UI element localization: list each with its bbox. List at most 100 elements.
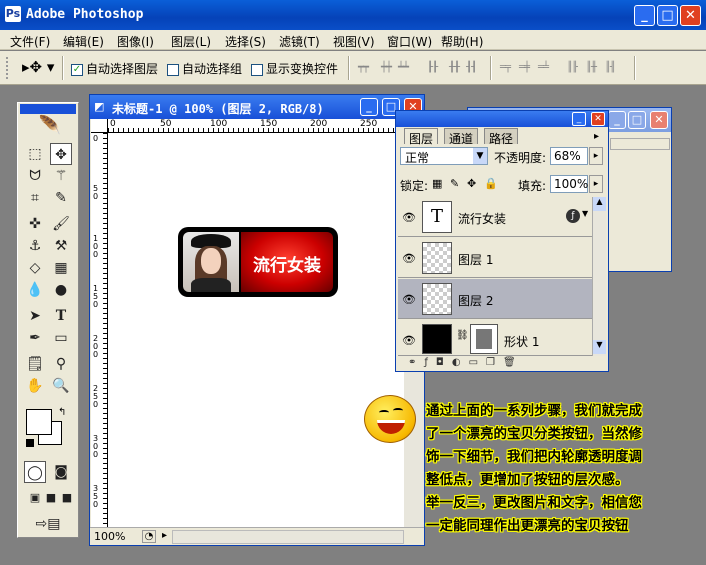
magic-wand-tool-icon[interactable]: ⚚ bbox=[50, 165, 72, 187]
panel-close-button[interactable]: ✕ bbox=[591, 112, 605, 126]
clone-stamp-tool-icon[interactable]: ⚓ bbox=[24, 235, 46, 257]
feather-logo-icon[interactable]: 🪶 bbox=[28, 115, 72, 137]
layer-row-text[interactable]: 👁 T 流行女装 ƒ ▼ bbox=[398, 197, 592, 237]
shape-tool-icon[interactable]: ▭ bbox=[50, 327, 72, 349]
slice-tool-icon[interactable]: ✎ bbox=[50, 187, 72, 209]
brush-tool-icon[interactable]: 🖌 bbox=[50, 213, 72, 235]
align-right-icon[interactable]: ┨┨ bbox=[466, 62, 488, 74]
default-colors-icon[interactable] bbox=[26, 439, 34, 447]
status-menu-icon[interactable]: ▸ bbox=[162, 530, 167, 541]
menu-image[interactable]: 图像(I) bbox=[117, 33, 154, 50]
auto-select-group-option[interactable]: 自动选择组 bbox=[167, 60, 242, 77]
pen-tool-icon[interactable]: ✒ bbox=[24, 327, 46, 349]
screen-mode-full-icon[interactable]: ■ bbox=[56, 487, 78, 509]
checkbox-checked-icon[interactable]: ✓ bbox=[71, 63, 83, 76]
bg-minimize-button[interactable]: _ bbox=[608, 111, 626, 129]
move-tool-icon[interactable]: ▸✥ ▾ bbox=[22, 58, 54, 76]
lock-transparent-icon[interactable]: ▦ bbox=[432, 177, 442, 190]
tab-layers[interactable]: 图层 bbox=[404, 128, 439, 146]
menu-select[interactable]: 选择(S) bbox=[225, 33, 266, 50]
layer-row-layer1[interactable]: 👁 图层 1 bbox=[398, 238, 592, 278]
eraser-tool-icon[interactable]: ◇ bbox=[24, 257, 46, 279]
foreground-color-swatch[interactable] bbox=[26, 409, 52, 435]
canvas[interactable]: 流行女装 bbox=[108, 133, 404, 527]
panel-menu-icon[interactable]: ▸ bbox=[594, 131, 599, 142]
eyedropper-tool-icon[interactable]: ⚲ bbox=[50, 353, 72, 375]
link-layers-icon[interactable]: ⚭ bbox=[408, 357, 424, 368]
quick-mask-mode-icon[interactable]: ◙ bbox=[50, 461, 72, 483]
history-brush-tool-icon[interactable]: ⚒ bbox=[50, 235, 72, 257]
scroll-up-icon[interactable]: ▲ bbox=[593, 197, 606, 211]
eye-icon[interactable]: 👁 bbox=[402, 293, 416, 306]
menu-filter[interactable]: 滤镜(T) bbox=[279, 33, 320, 50]
align-top-icon[interactable]: ┯┯ bbox=[358, 62, 380, 74]
horizontal-scrollbar[interactable] bbox=[172, 530, 404, 544]
opacity-arrow-icon[interactable]: ▸ bbox=[589, 147, 603, 165]
new-group-icon[interactable]: ▭ bbox=[469, 357, 486, 368]
delete-layer-icon[interactable]: 🗑 bbox=[503, 357, 524, 368]
crop-tool-icon[interactable]: ⌗ bbox=[24, 187, 46, 209]
layer-row-shape[interactable]: 👁 ⛓ 形状 1 bbox=[398, 320, 592, 356]
toolbox-titlebar[interactable] bbox=[20, 104, 76, 114]
new-layer-icon[interactable]: ❐ bbox=[486, 357, 503, 368]
vertical-ruler[interactable]: 0 5 0 1 0 0 1 5 0 2 0 0 2 5 0 3 0 0 3 5 … bbox=[91, 133, 108, 527]
align-left-icon[interactable]: ┠┠ bbox=[427, 62, 449, 74]
lock-position-icon[interactable]: ✥ bbox=[467, 177, 476, 190]
lasso-tool-icon[interactable]: ᗢ bbox=[24, 165, 46, 187]
align-bottom-icon[interactable]: ┷┷ bbox=[398, 62, 420, 74]
eye-icon[interactable]: 👁 bbox=[402, 334, 416, 347]
menu-window[interactable]: 窗口(W) bbox=[387, 33, 432, 50]
menu-edit[interactable]: 编辑(E) bbox=[63, 33, 104, 50]
horizontal-ruler[interactable]: 0 50 100 150 200 250 bbox=[108, 119, 404, 133]
distribute-right-icon[interactable]: ║╢ bbox=[605, 62, 627, 74]
scroll-down-icon[interactable]: ▼ bbox=[593, 340, 606, 354]
chevron-down-icon[interactable]: ▼ bbox=[473, 148, 487, 164]
bg-close-button[interactable]: ✕ bbox=[650, 111, 668, 129]
opacity-input[interactable]: 68% bbox=[550, 147, 588, 165]
close-button[interactable]: ✕ bbox=[680, 5, 701, 26]
grip-handle[interactable] bbox=[6, 57, 10, 79]
layer-effects-icon[interactable]: ƒ bbox=[566, 209, 580, 223]
menu-file[interactable]: 文件(F) bbox=[10, 33, 50, 50]
adjustment-layer-icon[interactable]: ◐ bbox=[452, 357, 469, 368]
auto-select-layer-option[interactable]: ✓ 自动选择图层 bbox=[71, 60, 158, 77]
add-mask-icon[interactable]: ◘ bbox=[436, 357, 452, 368]
fill-input[interactable]: 100% bbox=[550, 175, 588, 193]
eye-icon[interactable]: 👁 bbox=[402, 211, 416, 224]
standard-mode-icon[interactable]: ◯ bbox=[24, 461, 46, 483]
bg-maximize-button[interactable]: □ bbox=[628, 111, 646, 129]
eye-icon[interactable]: 👁 bbox=[402, 252, 416, 265]
healing-brush-tool-icon[interactable]: ✜ bbox=[24, 213, 46, 235]
menu-layer[interactable]: 图层(L) bbox=[171, 33, 211, 50]
blend-mode-select[interactable]: 正常 ▼ bbox=[400, 147, 488, 165]
document-window[interactable]: 未标题-1 @ 100% (图层 2, RGB/8) ◩ _ □ ✕ 0 50 … bbox=[89, 94, 425, 546]
doc-minimize-button[interactable]: _ bbox=[360, 98, 378, 116]
marquee-tool-icon[interactable]: ⬚ bbox=[24, 143, 46, 165]
panel-minimize-button[interactable]: _ bbox=[572, 112, 586, 126]
lock-all-icon[interactable]: 🔒 bbox=[484, 177, 498, 190]
layer-style-icon[interactable]: ƒ bbox=[424, 357, 436, 368]
distribute-bottom-icon[interactable]: ═╧ bbox=[538, 62, 560, 74]
gradient-tool-icon[interactable]: ▦ bbox=[50, 257, 72, 279]
type-tool-icon[interactable]: T bbox=[50, 305, 72, 327]
menu-view[interactable]: 视图(V) bbox=[333, 33, 375, 50]
tab-channels[interactable]: 通道 bbox=[444, 128, 479, 146]
dodge-tool-icon[interactable]: ● bbox=[50, 279, 72, 301]
menu-help[interactable]: 帮助(H) bbox=[441, 33, 483, 50]
jump-to-imageready-icon[interactable]: ⇨▤ bbox=[28, 513, 68, 535]
hand-tool-icon[interactable]: ✋ bbox=[24, 375, 46, 397]
blur-tool-icon[interactable]: 💧 bbox=[24, 279, 46, 301]
tab-paths[interactable]: 路径 bbox=[484, 128, 519, 146]
effects-expand-icon[interactable]: ▼ bbox=[582, 209, 588, 218]
lock-image-icon[interactable]: ✎ bbox=[450, 177, 459, 190]
notes-tool-icon[interactable]: 🗒 bbox=[24, 353, 46, 375]
move-tool-icon[interactable]: ✥ bbox=[50, 143, 72, 165]
ruler-origin[interactable] bbox=[91, 119, 108, 133]
minimize-button[interactable]: _ bbox=[634, 5, 655, 26]
status-info-icon[interactable]: ◔ bbox=[142, 530, 156, 543]
layer-row-layer2[interactable]: 👁 图层 2 bbox=[398, 279, 592, 319]
zoom-level[interactable]: 100% bbox=[94, 530, 125, 543]
zoom-tool-icon[interactable]: 🔍 bbox=[50, 375, 72, 397]
layers-scrollbar[interactable]: ▲ ▼ bbox=[592, 197, 606, 356]
checkbox-icon[interactable] bbox=[167, 63, 179, 76]
